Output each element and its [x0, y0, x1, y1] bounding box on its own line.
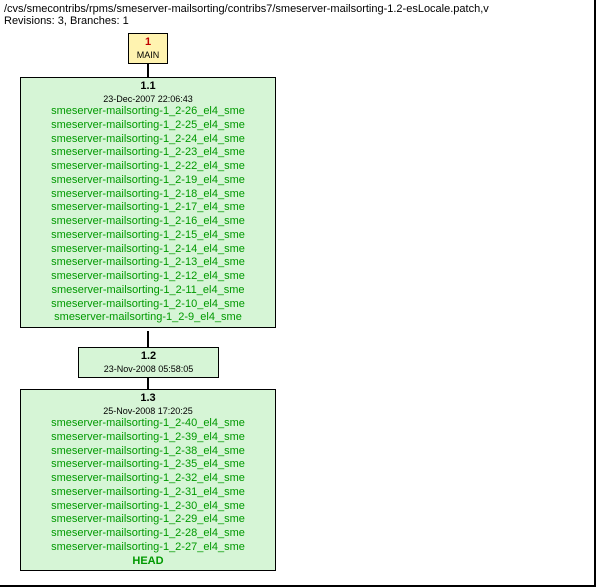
- revision-tag: smeserver-mailsorting-1_2-35_el4_sme: [26, 458, 270, 472]
- revision-tag: smeserver-mailsorting-1_2-40_el4_sme: [26, 417, 270, 431]
- main-branch-label: MAIN: [134, 50, 162, 61]
- revision-tag: smeserver-mailsorting-1_2-9_el4_sme: [26, 311, 270, 325]
- main-branch-number: 1: [134, 36, 162, 50]
- revision-tag: smeserver-mailsorting-1_2-19_el4_sme: [26, 174, 270, 188]
- header-path: /cvs/smecontribs/rpms/smeserver-mailsort…: [0, 0, 596, 15]
- revision-title: 1.3: [26, 392, 270, 406]
- revision-tag: smeserver-mailsorting-1_2-32_el4_sme: [26, 472, 270, 486]
- main-branch-box: 1 MAIN: [128, 33, 168, 64]
- revision-tag: smeserver-mailsorting-1_2-39_el4_sme: [26, 431, 270, 445]
- connector-line: [147, 331, 149, 347]
- revision-tag: smeserver-mailsorting-1_2-18_el4_sme: [26, 188, 270, 202]
- revision-title: 1.2: [84, 350, 213, 364]
- revision-tag: smeserver-mailsorting-1_2-23_el4_sme: [26, 146, 270, 160]
- revision-date: 23-Dec-2007 22:06:43: [26, 94, 270, 105]
- revision-tag: smeserver-mailsorting-1_2-38_el4_sme: [26, 445, 270, 459]
- revision-tag: smeserver-mailsorting-1_2-15_el4_sme: [26, 229, 270, 243]
- revision-tag: smeserver-mailsorting-1_2-25_el4_sme: [26, 119, 270, 133]
- revision-1.1-box: 1.1 23-Dec-2007 22:06:43 smeserver-mails…: [20, 77, 276, 328]
- revision-title: 1.1: [26, 80, 270, 94]
- revision-tag: smeserver-mailsorting-1_2-26_el4_sme: [26, 105, 270, 119]
- revision-tag: smeserver-mailsorting-1_2-28_el4_sme: [26, 527, 270, 541]
- revision-tag: smeserver-mailsorting-1_2-27_el4_sme: [26, 541, 270, 555]
- revision-tag: smeserver-mailsorting-1_2-12_el4_sme: [26, 270, 270, 284]
- revision-tag: smeserver-mailsorting-1_2-24_el4_sme: [26, 133, 270, 147]
- revision-tag: smeserver-mailsorting-1_2-11_el4_sme: [26, 284, 270, 298]
- revision-tag: smeserver-mailsorting-1_2-22_el4_sme: [26, 160, 270, 174]
- revision-1.2-box: 1.2 23-Nov-2008 05:58:05: [78, 347, 219, 378]
- head-tag: HEAD: [26, 555, 270, 569]
- revision-tag: smeserver-mailsorting-1_2-31_el4_sme: [26, 486, 270, 500]
- revision-tag: smeserver-mailsorting-1_2-17_el4_sme: [26, 201, 270, 215]
- revision-date: 25-Nov-2008 17:20:25: [26, 406, 270, 417]
- revision-tag: smeserver-mailsorting-1_2-14_el4_sme: [26, 243, 270, 257]
- revision-tag: smeserver-mailsorting-1_2-13_el4_sme: [26, 256, 270, 270]
- revision-tag: smeserver-mailsorting-1_2-30_el4_sme: [26, 500, 270, 514]
- revision-tag: smeserver-mailsorting-1_2-10_el4_sme: [26, 298, 270, 312]
- revision-tag: smeserver-mailsorting-1_2-29_el4_sme: [26, 513, 270, 527]
- revision-tag: smeserver-mailsorting-1_2-16_el4_sme: [26, 215, 270, 229]
- header-info: Revisions: 3, Branches: 1: [0, 15, 596, 29]
- revision-1.3-box: 1.3 25-Nov-2008 17:20:25 smeserver-mails…: [20, 389, 276, 571]
- revision-date: 23-Nov-2008 05:58:05: [84, 364, 213, 375]
